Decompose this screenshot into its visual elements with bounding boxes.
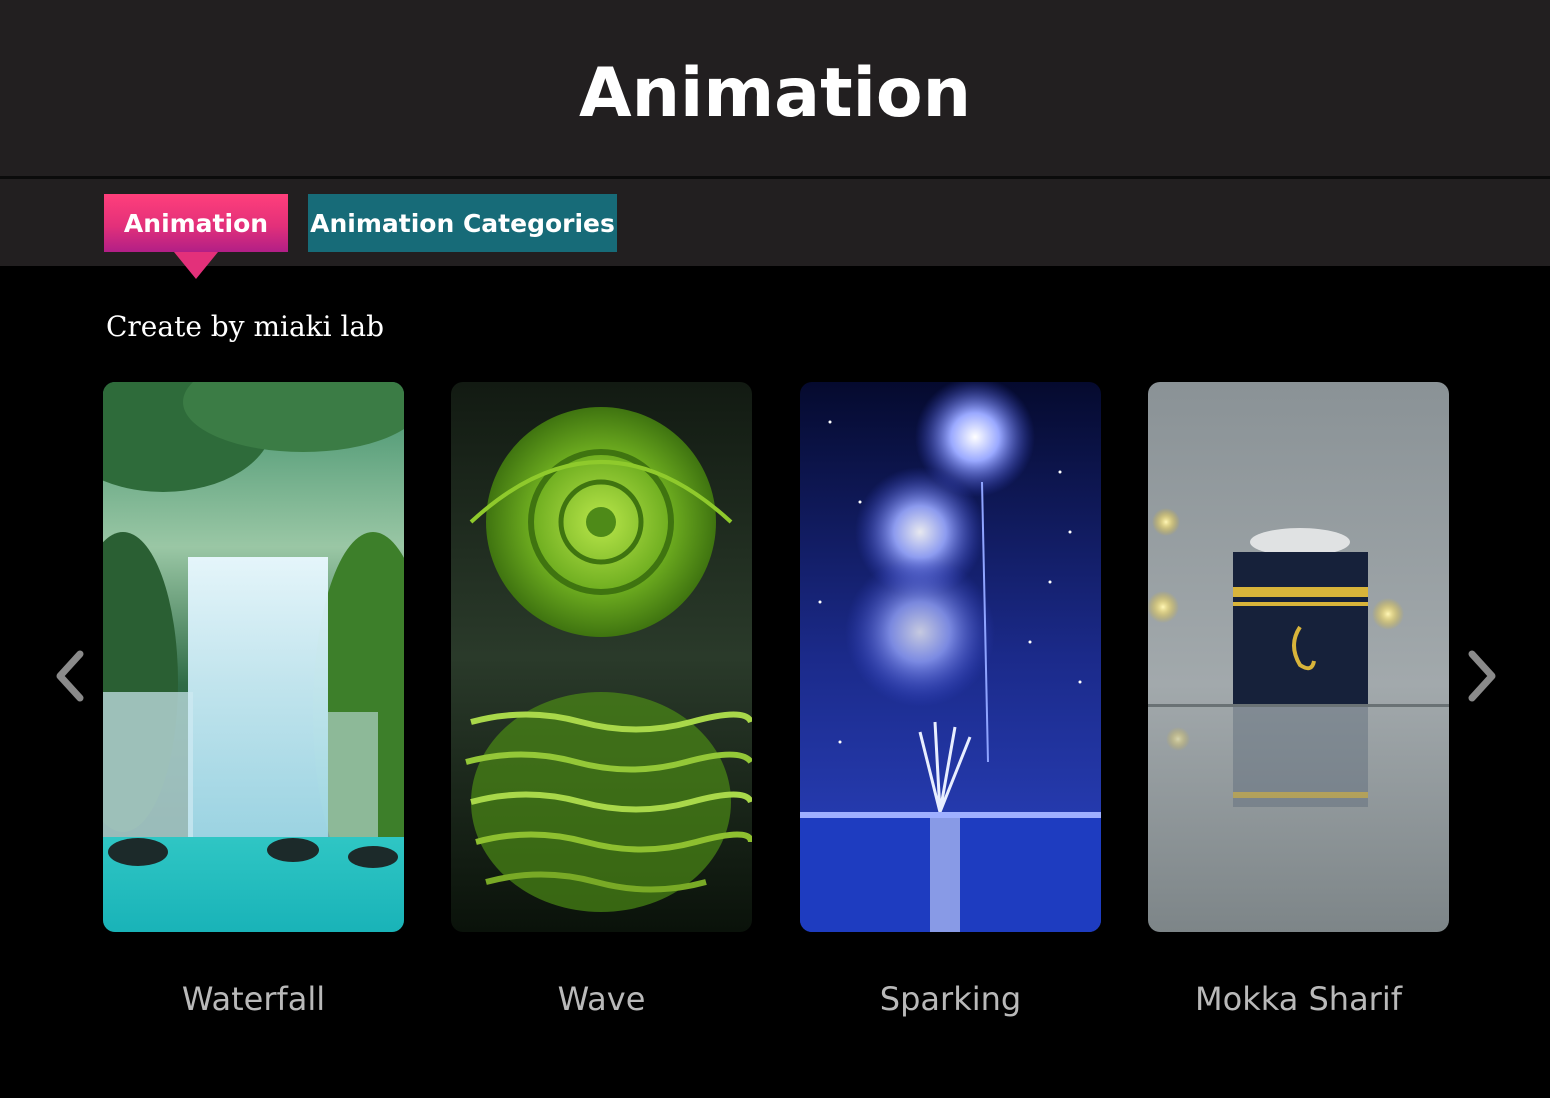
- animation-card-waterfall[interactable]: [103, 382, 404, 932]
- app-header: Animation: [0, 0, 1550, 176]
- chevron-right-icon: [1468, 650, 1496, 702]
- page-title: Animation: [578, 53, 972, 133]
- animation-card-wave[interactable]: [451, 382, 752, 932]
- mokka-sharif-thumbnail: [1148, 382, 1449, 932]
- active-tab-pointer: [174, 252, 218, 279]
- card-label-sparking: Sparking: [879, 980, 1022, 1018]
- tab-animation-categories[interactable]: Animation Categories: [308, 194, 617, 252]
- card-label-mokka-sharif: Mokka Sharif: [1195, 980, 1402, 1018]
- animation-card-mokka-sharif[interactable]: [1148, 382, 1449, 932]
- chevron-left-icon: [56, 650, 84, 702]
- tab-animation[interactable]: Animation: [104, 194, 288, 252]
- waterfall-thumbnail: [103, 382, 404, 932]
- card-label-waterfall: Waterfall: [181, 980, 326, 1018]
- sparking-thumbnail: [800, 382, 1101, 932]
- animation-card-sparking[interactable]: [800, 382, 1101, 932]
- wave-thumbnail: [451, 382, 752, 932]
- carousel-next-button[interactable]: [1462, 648, 1502, 704]
- tab-bar: Animation Animation Categories: [0, 179, 1550, 266]
- subtitle: Create by miaki lab: [106, 310, 385, 343]
- card-label-wave: Wave: [557, 980, 646, 1018]
- carousel-prev-button[interactable]: [50, 648, 90, 704]
